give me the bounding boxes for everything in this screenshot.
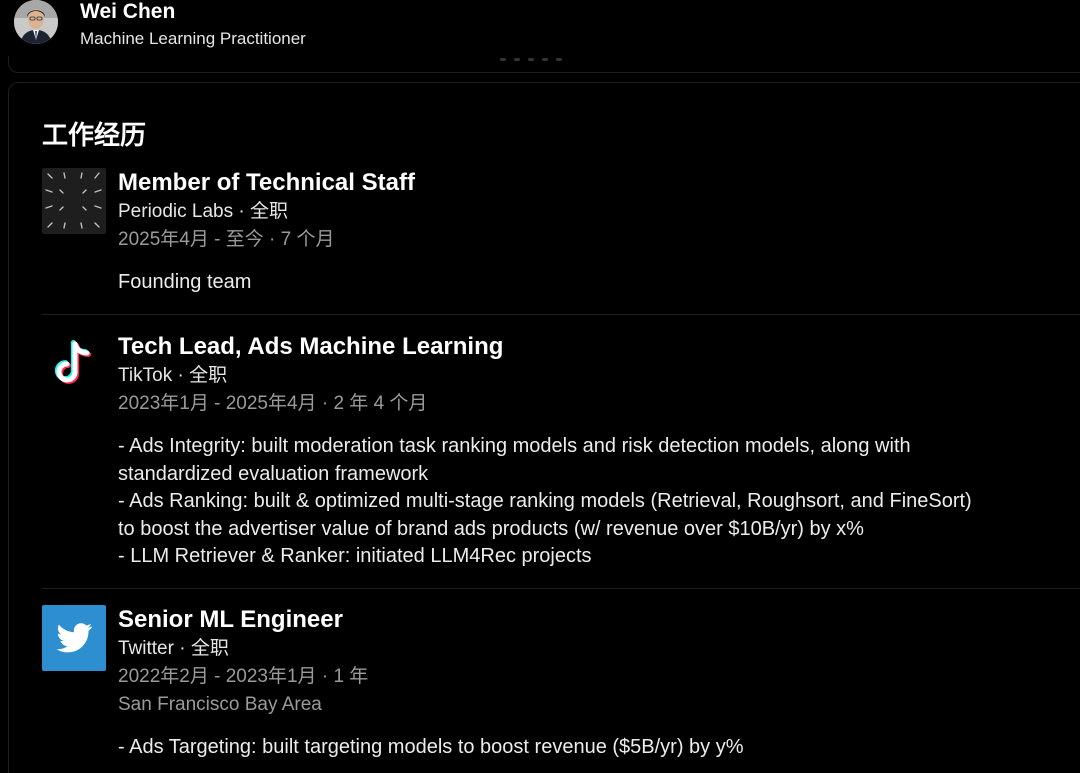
experience-details: Senior ML Engineer Twitter · 全职 2022年2月 … — [118, 605, 1080, 762]
company-line: Twitter · 全职 — [118, 638, 229, 659]
job-title[interactable]: Tech Lead, Ads Machine Learning — [118, 332, 1080, 362]
divider — [42, 314, 1080, 315]
carousel-dot[interactable] — [500, 58, 506, 61]
description-line: Founding team — [118, 271, 252, 293]
person-avatar-icon — [14, 0, 58, 44]
company-line: Periodic Labs · 全职 — [118, 201, 289, 222]
tiktok-logo-icon[interactable] — [42, 332, 106, 398]
experience-item: Tech Lead, Ads Machine Learning TikTok ·… — [42, 332, 1080, 577]
description-line: - LLM Retriever & Ranker: initiated LLM4… — [118, 545, 592, 567]
profile-headline: Machine Learning Practitioner — [80, 29, 306, 48]
profile-header: Wei Chen Machine Learning Practitioner — [0, 0, 1080, 56]
experience-item: Senior ML Engineer Twitter · 全职 2022年2月 … — [42, 605, 1080, 773]
experience-details: Tech Lead, Ads Machine Learning TikTok ·… — [118, 332, 1080, 571]
carousel-dot[interactable] — [514, 58, 520, 61]
description-line: - Ads Ranking: built & optimized multi-s… — [118, 490, 972, 512]
experience-section-title: 工作经历 — [42, 120, 147, 150]
job-title[interactable]: Senior ML Engineer — [118, 605, 1080, 635]
job-location: San Francisco Bay Area — [118, 694, 322, 715]
experience-item: Member of Technical Staff Periodic Labs … — [42, 168, 1080, 298]
carousel-dot[interactable] — [542, 58, 548, 61]
profile-name[interactable]: Wei Chen — [80, 0, 175, 24]
description-line: - Ads Targeting: built targeting models … — [118, 736, 744, 758]
job-title[interactable]: Member of Technical Staff — [118, 168, 1080, 198]
divider — [42, 588, 1080, 589]
avatar[interactable] — [14, 0, 58, 44]
date-range: 2022年2月 - 2023年1月 · 1 年 — [118, 666, 369, 687]
carousel-dot[interactable] — [528, 58, 534, 61]
carousel-dot[interactable] — [556, 58, 562, 61]
job-description: - Ads Integrity: built moderation task r… — [118, 433, 1080, 571]
description-line: to boost the advertiser value of brand a… — [118, 517, 864, 540]
experience-details: Member of Technical Staff Periodic Labs … — [118, 168, 1080, 297]
periodic-labs-logo-icon[interactable] — [42, 168, 106, 234]
job-description: Founding team — [118, 269, 1080, 297]
description-line: standardized evaluation framework — [118, 462, 429, 485]
date-range: 2023年1月 - 2025年4月 · 2 年 4 个月 — [118, 393, 428, 414]
experience-page: Wei Chen Machine Learning Practitioner 工… — [0, 0, 1080, 773]
job-description: - Ads Targeting: built targeting models … — [118, 734, 1080, 762]
twitter-logo-icon[interactable] — [42, 605, 106, 671]
date-range: 2025年4月 - 至今 · 7 个月 — [118, 229, 335, 250]
description-line: - Ads Integrity: built moderation task r… — [118, 435, 911, 457]
company-line: TikTok · 全职 — [118, 365, 228, 386]
